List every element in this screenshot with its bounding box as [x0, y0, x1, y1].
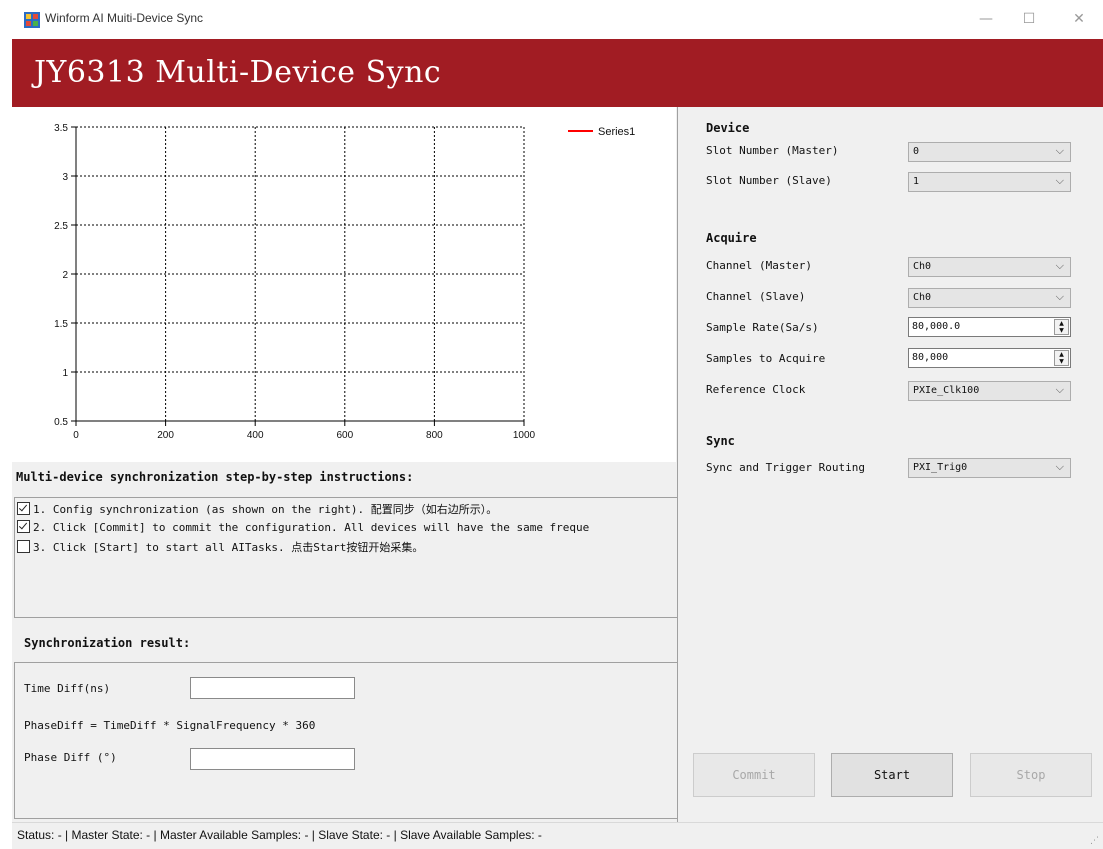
y-tick-label: 3	[62, 172, 68, 183]
device-section-title: Device	[706, 121, 750, 135]
spin-arrows-icon[interactable]: ▲ ▼	[1054, 319, 1069, 335]
app-header: JY6313 Multi-Device Sync	[12, 39, 1103, 107]
y-tick-label: 2.5	[54, 221, 68, 232]
checkbox-checked-icon[interactable]	[17, 502, 30, 515]
result-panel: Time Diff(ns) PhaseDiff = TimeDiff * Sig…	[14, 662, 678, 819]
waveform-chart: 0 200 400 600 800 1000 3.5 3 2.5 2 1.5 1 0.5 Series1	[12, 107, 676, 462]
y-tick-label: 3.5	[54, 123, 68, 134]
phase-formula: PhaseDiff = TimeDiff * SignalFrequency *…	[24, 719, 316, 732]
title-bar: Winform AI Muiti-Device Sync — ☐ ✕	[12, 0, 1103, 39]
checkbox-unchecked-icon[interactable]	[17, 540, 30, 553]
commit-button[interactable]: Commit	[693, 753, 815, 797]
y-tick-label: 0.5	[54, 417, 68, 428]
slot-master-label: Slot Number (Master)	[706, 144, 839, 157]
chevron-down-icon: ⌵	[1055, 290, 1064, 303]
y-tick-label: 2	[62, 270, 68, 281]
main-window: Winform AI Muiti-Device Sync — ☐ ✕ JY631…	[12, 0, 1103, 849]
slot-master-select[interactable]: 0 ⌵	[908, 142, 1071, 162]
reference-clock-label: Reference Clock	[706, 383, 806, 396]
channel-master-value: Ch0	[913, 261, 932, 272]
sync-section-title: Sync	[706, 434, 735, 448]
minimize-button[interactable]: —	[966, 4, 1006, 34]
window-title: Winform AI Muiti-Device Sync	[45, 11, 204, 25]
stop-button[interactable]: Stop	[970, 753, 1092, 797]
reference-clock-value: PXIe_Clk100	[913, 385, 980, 396]
close-button[interactable]: ✕	[1059, 4, 1099, 34]
x-tick-label: 600	[336, 430, 353, 441]
checkbox-checked-icon[interactable]	[17, 520, 30, 533]
channel-slave-label: Channel (Slave)	[706, 290, 806, 303]
instructions-title: Multi-device synchronization step-by-ste…	[16, 470, 414, 484]
chevron-down-icon: ⌵	[1055, 460, 1064, 473]
channel-slave-value: Ch0	[913, 292, 932, 303]
start-button[interactable]: Start	[831, 753, 953, 797]
acquire-section-title: Acquire	[706, 231, 757, 245]
slot-slave-label: Slot Number (Slave)	[706, 174, 832, 187]
app-title: JY6313 Multi-Device Sync	[34, 55, 442, 90]
channel-master-label: Channel (Master)	[706, 259, 812, 272]
instruction-item-1[interactable]: 1. Config synchronization (as shown on t…	[17, 501, 497, 517]
spin-arrows-icon[interactable]: ▲ ▼	[1054, 350, 1069, 366]
phase-diff-label: Phase Diff (°)	[24, 751, 117, 764]
time-diff-label: Time Diff(ns)	[24, 682, 111, 695]
x-tick-label: 400	[247, 430, 264, 441]
x-tick-label: 800	[426, 430, 443, 441]
instructions-list[interactable]: 1. Config synchronization (as shown on t…	[14, 497, 678, 618]
maximize-button[interactable]: ☐	[1009, 4, 1049, 34]
sync-routing-label: Sync and Trigger Routing	[706, 461, 865, 474]
x-tick-label: 1000	[513, 430, 536, 441]
samples-to-acquire-value: 80,000	[912, 352, 949, 363]
chart-svg: 0 200 400 600 800 1000 3.5 3 2.5 2 1.5 1 0.5 Series1	[54, 123, 635, 441]
result-title: Synchronization result:	[24, 636, 191, 650]
resize-grip-icon[interactable]: ⋰	[1090, 836, 1099, 846]
time-diff-field[interactable]	[190, 677, 355, 699]
instruction-text-2: 2. Click [Commit] to commit the configur…	[33, 521, 590, 534]
chevron-down-icon: ⌵	[1055, 144, 1064, 157]
sync-routing-select[interactable]: PXI_Trig0 ⌵	[908, 458, 1071, 478]
chevron-down-icon: ⌵	[1055, 174, 1064, 187]
instruction-text-1: 1. Config synchronization (as shown on t…	[33, 503, 498, 516]
x-tick-label: 0	[73, 430, 79, 441]
sample-rate-value: 80,000.0	[912, 321, 961, 332]
phase-diff-field[interactable]	[190, 748, 355, 770]
channel-slave-select[interactable]: Ch0 ⌵	[908, 288, 1071, 308]
sample-rate-label: Sample Rate(Sa/s)	[706, 321, 819, 334]
status-text: Status: - | Master State: - | Master Ava…	[17, 828, 542, 842]
y-tick-label: 1	[62, 368, 68, 379]
app-icon	[24, 12, 40, 28]
y-tick-label: 1.5	[54, 319, 68, 330]
instruction-item-3[interactable]: 3. Click [Start] to start all AITasks. 点…	[17, 539, 423, 555]
sync-routing-value: PXI_Trig0	[913, 462, 968, 473]
status-bar: Status: - | Master State: - | Master Ava…	[12, 822, 1103, 849]
chevron-down-icon: ⌵	[1055, 259, 1064, 272]
samples-to-acquire-stepper[interactable]: 80,000 ▲ ▼	[908, 348, 1071, 368]
settings-panel: Device Slot Number (Master) 0 ⌵ Slot Num…	[677, 107, 1103, 822]
channel-master-select[interactable]: Ch0 ⌵	[908, 257, 1071, 277]
slot-master-value: 0	[913, 146, 920, 157]
x-tick-label: 200	[157, 430, 174, 441]
instruction-item-2[interactable]: 2. Click [Commit] to commit the configur…	[17, 520, 589, 534]
slot-slave-value: 1	[913, 176, 920, 187]
instruction-text-3: 3. Click [Start] to start all AITasks. 点…	[33, 541, 424, 554]
chevron-down-icon: ⌵	[1055, 383, 1064, 396]
reference-clock-select[interactable]: PXIe_Clk100 ⌵	[908, 381, 1071, 401]
sample-rate-stepper[interactable]: 80,000.0 ▲ ▼	[908, 317, 1071, 337]
slot-slave-select[interactable]: 1 ⌵	[908, 172, 1071, 192]
samples-to-acquire-label: Samples to Acquire	[706, 352, 826, 365]
legend-label: Series1	[598, 126, 635, 138]
